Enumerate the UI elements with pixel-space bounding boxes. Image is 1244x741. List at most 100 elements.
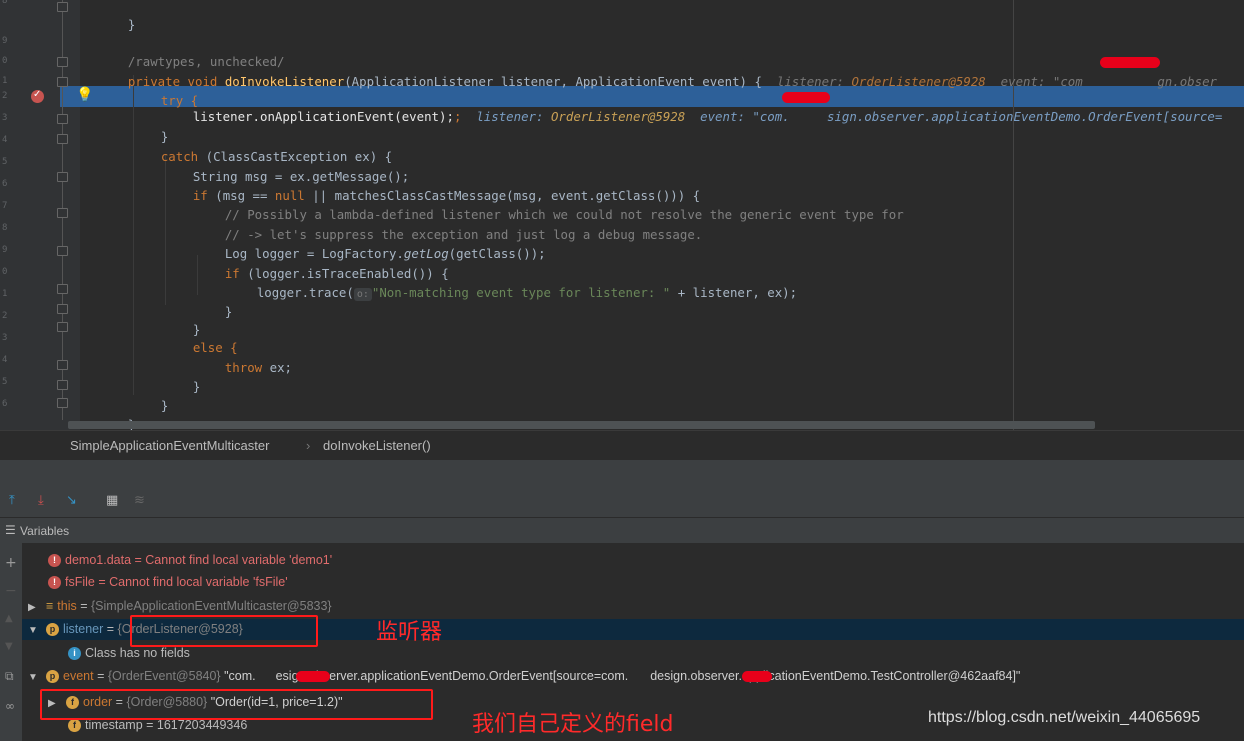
code-line-current: listener.onApplicationEvent(event);; lis…: [192, 109, 1223, 124]
trace-icon[interactable]: ≋: [134, 493, 145, 508]
line-number: 1: [2, 289, 8, 299]
variables-title: Variables: [20, 524, 70, 538]
breakpoint-icon[interactable]: ✓: [31, 89, 44, 103]
line-number: 2: [2, 91, 8, 101]
variable-row[interactable]: ! fsFile = Cannot find local variable 'fs…: [22, 572, 1244, 593]
line-number: 3: [2, 333, 8, 343]
breadcrumb-method[interactable]: doInvokeListener(): [323, 438, 431, 453]
code-editor[interactable]: 8 9 0 1 2 3 4 5 6 7 8 9 0 1 2 3 4 5 6 ✓ …: [0, 0, 1244, 432]
code-line: logger.trace(o: "Non-matching event type …: [256, 285, 798, 301]
annotation-label-listener: 监听器: [376, 620, 443, 645]
fold-marker[interactable]: [57, 208, 68, 218]
code-line: }: [224, 304, 233, 319]
variables-header: ☰ Variables: [0, 518, 1244, 544]
line-number: 8: [2, 223, 8, 233]
code-line: throw ex;: [224, 360, 292, 375]
fold-marker[interactable]: [57, 304, 68, 314]
code-line: }: [192, 379, 201, 394]
variable-row[interactable]: ▶ ≡ this = {SimpleApplicationEventMulticas…: [22, 596, 1244, 617]
fold-marker[interactable]: [57, 322, 68, 332]
code-line: /rawtypes, unchecked/: [127, 54, 285, 69]
fold-marker[interactable]: [57, 398, 68, 408]
info-icon: i: [68, 647, 81, 661]
annotation-label-field: 我们自己定义的field: [472, 712, 674, 737]
watches-toggle-icon[interactable]: ∞: [5, 699, 15, 713]
watermark: https://blog.csdn.net/weixin_44065695: [928, 709, 1201, 726]
variable-row[interactable]: ▼ p event = {OrderEvent@5840} "com. esign.o…: [22, 666, 1244, 687]
fold-marker[interactable]: [57, 284, 68, 294]
line-number: 9: [2, 245, 8, 255]
fold-marker[interactable]: [57, 246, 68, 256]
field-icon: f: [68, 719, 81, 733]
this-icon: ≡: [46, 599, 54, 613]
line-number: 8: [2, 0, 8, 6]
move-up-icon[interactable]: ▲: [5, 613, 13, 624]
fold-marker[interactable]: [57, 114, 68, 124]
line-number: 5: [2, 157, 8, 167]
fold-marker[interactable]: [57, 134, 68, 144]
add-watch-icon[interactable]: +: [5, 555, 17, 571]
line-number: 5: [2, 377, 8, 387]
evaluate-expression-icon[interactable]: ▦: [106, 493, 118, 508]
line-number: 6: [2, 399, 8, 409]
code-line: else {: [192, 340, 238, 355]
line-number: 0: [2, 56, 8, 66]
line-number: 7: [2, 201, 8, 211]
fold-marker[interactable]: [57, 77, 68, 87]
code-comment: // -> let's suppress the exception and j…: [224, 227, 703, 242]
collapse-arrow-icon[interactable]: ▼: [28, 620, 40, 641]
drop-frame-icon[interactable]: ⤓: [38, 493, 44, 508]
fold-marker[interactable]: [57, 360, 68, 370]
line-number: 0: [2, 267, 8, 277]
step-out-icon[interactable]: ⤒: [9, 493, 15, 508]
error-icon: !: [48, 554, 61, 568]
line-number: 9: [2, 36, 8, 46]
code-line: }: [98, 395, 135, 432]
code-line: }: [160, 398, 169, 413]
annotation-box-listener: [130, 615, 318, 647]
line-number: 6: [2, 179, 8, 189]
copy-icon[interactable]: ⧉: [5, 669, 14, 684]
parameter-hint: o:: [353, 288, 372, 301]
horizontal-scrollbar[interactable]: [68, 421, 1095, 429]
line-number: 4: [2, 135, 8, 145]
code-line: private void doInvokeListener(Applicatio…: [127, 74, 1218, 89]
code-line: catch (ClassCastException ex) {: [160, 149, 393, 164]
run-to-cursor-icon[interactable]: ↘: [66, 493, 77, 508]
fold-marker[interactable]: [57, 380, 68, 390]
debugger-toolbar: ⤒ ⤓ ↘ ▦ ≋: [0, 485, 1244, 518]
list-icon: ☰: [5, 523, 16, 537]
error-icon: !: [48, 576, 61, 590]
redaction-mark: [742, 671, 772, 682]
variables-side-toolbar: + − ▲ ▼ ⧉ ∞: [0, 543, 22, 741]
redaction-mark: [1100, 57, 1160, 68]
breadcrumb: SimpleApplicationEventMulticaster › doIn…: [0, 430, 1244, 461]
collapse-arrow-icon[interactable]: ▼: [28, 667, 40, 688]
annotation-box-order: [40, 689, 433, 720]
lightbulb-icon[interactable]: 💡: [76, 87, 93, 103]
breadcrumb-class[interactable]: SimpleApplicationEventMulticaster: [70, 438, 269, 453]
line-number: 3: [2, 113, 8, 123]
code-line: }: [160, 129, 169, 144]
code-line: }: [127, 17, 136, 32]
remove-watch-icon[interactable]: −: [5, 583, 17, 599]
fold-marker[interactable]: [57, 2, 68, 12]
code-line: Log logger = LogFactory.getLog(getClass(…: [224, 246, 546, 261]
parameter-icon: p: [46, 670, 59, 684]
line-number: 4: [2, 355, 8, 365]
expand-arrow-icon[interactable]: ▶: [28, 597, 40, 618]
variable-row[interactable]: ! demo1.data = Cannot find local variable…: [22, 550, 1244, 571]
breadcrumb-separator: ›: [306, 438, 311, 453]
code-line: String msg = ex.getMessage();: [192, 169, 410, 184]
redaction-mark: [782, 92, 830, 103]
line-number: 1: [2, 76, 8, 86]
redaction-mark: [296, 671, 330, 682]
fold-marker[interactable]: [57, 172, 68, 182]
debug-panel-header: [0, 460, 1244, 485]
code-comment: // Possibly a lambda-defined listener wh…: [224, 207, 904, 222]
code-line: if (logger.isTraceEnabled()) {: [224, 266, 449, 281]
move-down-icon[interactable]: ▼: [5, 641, 13, 652]
fold-marker[interactable]: [57, 57, 68, 67]
line-number: 2: [2, 311, 8, 321]
parameter-icon: p: [46, 623, 59, 637]
